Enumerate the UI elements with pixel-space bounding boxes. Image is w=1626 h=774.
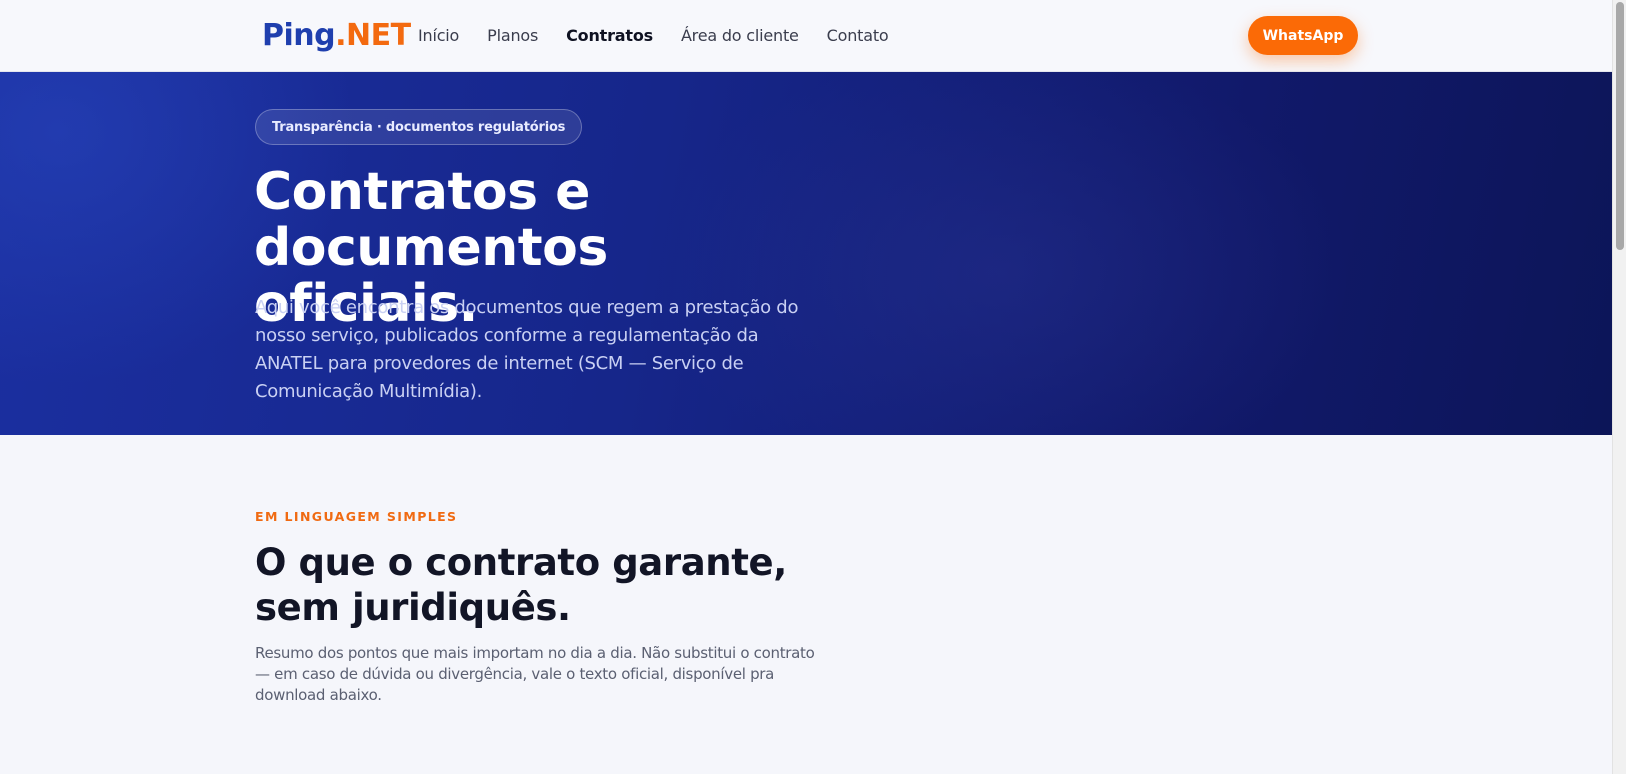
nav-item-planos[interactable]: Planos: [487, 26, 538, 45]
hero-badge: Transparência · documentos regulatórios: [255, 109, 583, 145]
hero-section: Transparência · documentos regulatórios …: [0, 72, 1612, 435]
hero-description: Aqui você encontra os documentos que reg…: [255, 297, 799, 402]
logo[interactable]: Ping.NET: [262, 18, 411, 53]
section-title: O que o contrato garante, sem juridiquês…: [255, 540, 875, 630]
section-title-line2: sem juridiquês.: [255, 586, 571, 629]
section-eyebrow: EM LINGUAGEM SIMPLES: [255, 509, 458, 524]
logo-accent: .NET: [335, 18, 411, 53]
nav-item-contratos[interactable]: Contratos: [566, 26, 653, 45]
logo-main: Ping: [262, 18, 336, 53]
hero-title-line1: Contratos e documentos: [254, 162, 608, 278]
main-nav: Início Planos Contratos Área do cliente …: [418, 26, 889, 45]
nav-item-contato[interactable]: Contato: [827, 26, 889, 45]
scrollbar-thumb[interactable]: [1616, 2, 1624, 250]
page-scrollbar[interactable]: [1612, 0, 1626, 774]
nav-item-area-do-cliente[interactable]: Área do cliente: [681, 26, 799, 45]
nav-item-inicio[interactable]: Início: [418, 26, 459, 45]
site-header: Ping.NET Início Planos Contratos Área do…: [0, 0, 1612, 72]
page: Ping.NET Início Planos Contratos Área do…: [0, 0, 1626, 774]
whatsapp-button[interactable]: WhatsApp: [1248, 16, 1358, 55]
section-title-line1: O que o contrato garante,: [255, 541, 787, 584]
section-description: Resumo dos pontos que mais importam no d…: [255, 644, 815, 704]
